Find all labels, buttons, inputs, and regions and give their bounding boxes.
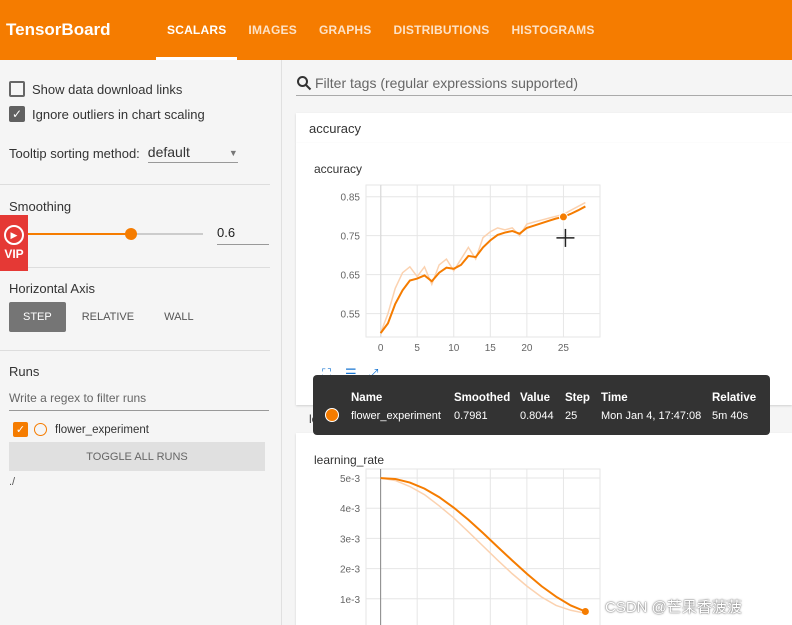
ignore-outliers-label: Ignore outliers in chart scaling xyxy=(32,106,205,122)
divider xyxy=(0,350,270,351)
axis-relative-button[interactable]: RELATIVE xyxy=(68,302,148,332)
raw-series-line xyxy=(380,477,586,615)
x-tick-label: 15 xyxy=(485,343,497,354)
tooltip-header-step: Step xyxy=(565,392,590,404)
horizontal-axis-label: Horizontal Axis xyxy=(9,281,95,296)
top-bar: TensorBoard SCALARS IMAGES GRAPHS DISTRI… xyxy=(0,0,792,60)
tooltip-header-time: Time xyxy=(601,392,628,404)
runs-filter-input[interactable]: Write a regex to filter runs xyxy=(9,391,269,411)
tab-histograms[interactable]: HISTOGRAMS xyxy=(500,0,605,60)
y-tick-label: 5e-3 xyxy=(340,474,360,485)
x-tick-label: 10 xyxy=(448,343,460,354)
run-name: flower_experiment xyxy=(55,423,149,436)
tooltip-sorting-label: Tooltip sorting method: xyxy=(9,146,140,161)
run-item[interactable]: ✓ flower_experiment xyxy=(13,422,149,437)
smoothing-value-input[interactable]: 0.6 xyxy=(217,225,269,245)
y-tick-label: 1e-3 xyxy=(340,595,360,606)
runs-label: Runs xyxy=(9,364,40,379)
smoothing-slider[interactable] xyxy=(23,228,203,240)
smoothing-slider-thumb[interactable] xyxy=(125,228,137,240)
main-content: Filter tags (regular expressions support… xyxy=(282,60,792,625)
tab-distributions[interactable]: DISTRIBUTIONS xyxy=(383,0,501,60)
y-tick-label: 2e-3 xyxy=(340,565,360,576)
highlight-point xyxy=(558,212,568,222)
chart-tooltip: Name Smoothed Value Step Time Relative f… xyxy=(313,375,770,435)
app-title: TensorBoard xyxy=(6,20,111,39)
divider xyxy=(0,184,270,185)
run-path: ./ xyxy=(9,476,16,488)
ignore-outliers-checkbox[interactable]: ✓ xyxy=(9,106,25,122)
sidebar: Show data download links ✓ Ignore outlie… xyxy=(0,60,282,625)
x-tick-label: 20 xyxy=(521,343,533,354)
main-nav: SCALARS IMAGES GRAPHS DISTRIBUTIONS HIST… xyxy=(156,0,606,60)
watermark: CSDN @芒果香菠菠 xyxy=(605,599,742,616)
smoothed-series-line xyxy=(380,477,586,613)
divider xyxy=(0,267,270,268)
tooltip-header-name: Name xyxy=(351,392,383,404)
y-tick-label: 0.55 xyxy=(341,310,361,321)
end-point xyxy=(581,607,589,615)
play-icon: ▶ xyxy=(4,225,24,245)
vip-badge[interactable]: ▶ VIP xyxy=(0,215,28,271)
tab-graphs[interactable]: GRAPHS xyxy=(308,0,383,60)
show-download-links-option[interactable]: Show data download links xyxy=(9,81,182,97)
horizontal-axis-options: STEP RELATIVE WALL xyxy=(9,302,210,332)
y-tick-label: 0.75 xyxy=(341,232,361,243)
y-tick-label: 0.85 xyxy=(341,193,361,204)
tooltip-smoothed-value: 0.7981 xyxy=(454,410,488,422)
axis-wall-button[interactable]: WALL xyxy=(150,302,208,332)
x-tick-label: 25 xyxy=(558,343,570,354)
vip-badge-text: VIP xyxy=(4,247,24,261)
tooltip-value: 0.8044 xyxy=(520,410,554,422)
chart-card-accuracy: accuracy 0.55 0.65 0.75 0.85 0 5 10 15 20 25 ⛶ ☰ … xyxy=(296,143,792,405)
tooltip-header-relative: Relative xyxy=(712,392,757,404)
accuracy-chart[interactable]: 0.55 0.65 0.75 0.85 0 5 10 15 20 25 xyxy=(296,175,792,395)
category-header-accuracy[interactable]: accuracy xyxy=(296,113,792,143)
y-tick-label: 4e-3 xyxy=(340,504,360,515)
axis-step-button[interactable]: STEP xyxy=(9,302,66,332)
ignore-outliers-option[interactable]: ✓ Ignore outliers in chart scaling xyxy=(9,106,205,122)
run-color-dot-icon xyxy=(325,408,339,422)
dropdown-caret-icon: ▼ xyxy=(228,148,238,158)
run-checkbox[interactable]: ✓ xyxy=(13,422,28,437)
tooltip-sorting-value: default xyxy=(147,144,190,160)
tag-filter-placeholder: Filter tags (regular expressions support… xyxy=(315,75,579,91)
y-tick-label: 0.65 xyxy=(341,271,361,282)
tab-images[interactable]: IMAGES xyxy=(237,0,308,60)
tooltip-sorting-select[interactable]: default ▼ xyxy=(147,144,238,163)
search-icon xyxy=(297,76,312,91)
tooltip-run-name: flower_experiment xyxy=(351,410,441,422)
tooltip-header-smoothed: Smoothed xyxy=(454,392,511,404)
x-tick-label: 0 xyxy=(378,343,384,354)
tag-filter-input[interactable]: Filter tags (regular expressions support… xyxy=(296,75,792,96)
tooltip-header-value: Value xyxy=(520,392,551,404)
run-color-icon[interactable] xyxy=(34,423,47,436)
x-tick-label: 5 xyxy=(414,343,420,354)
plot-frame xyxy=(365,184,601,338)
toggle-all-runs-button[interactable]: TOGGLE ALL RUNS xyxy=(9,442,265,471)
show-download-links-label: Show data download links xyxy=(32,81,183,97)
tooltip-relative: 5m 40s xyxy=(712,410,749,422)
show-download-links-checkbox[interactable] xyxy=(9,81,25,97)
tooltip-step: 25 xyxy=(565,410,578,422)
smoothing-slider-fill xyxy=(23,233,131,235)
y-tick-label: 3e-3 xyxy=(340,534,360,545)
tab-scalars[interactable]: SCALARS xyxy=(156,0,238,60)
tooltip-sorting-row: Tooltip sorting method: default ▼ xyxy=(9,144,238,163)
smoothing-label: Smoothing xyxy=(9,199,72,214)
chart-title: accuracy xyxy=(314,162,363,176)
tooltip-time: Mon Jan 4, 17:47:08 xyxy=(601,410,702,422)
